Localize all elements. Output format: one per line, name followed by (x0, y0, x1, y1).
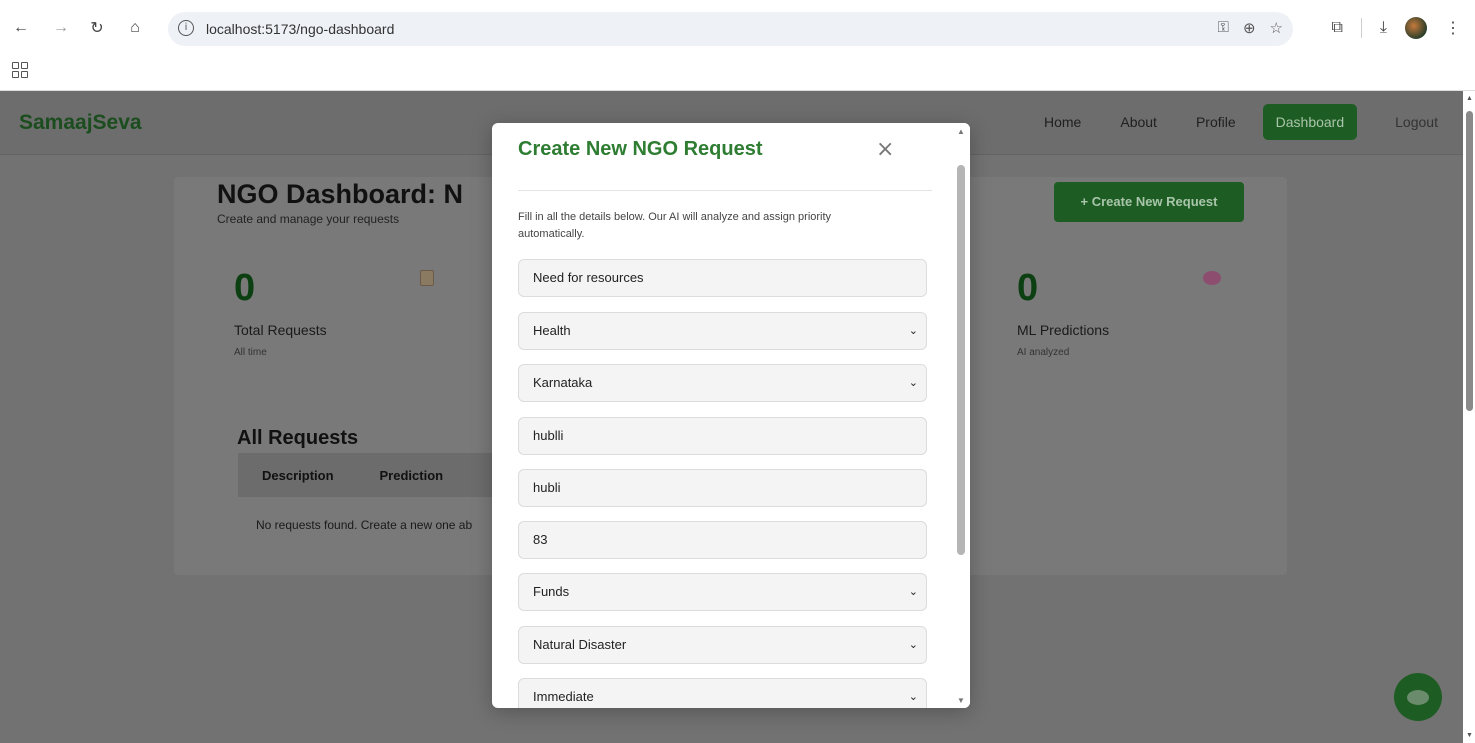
location-input[interactable]: hubli (518, 469, 927, 507)
state-select[interactable]: Karnataka ⌄ (518, 364, 927, 402)
zoom-icon[interactable]: ⊕ (1243, 19, 1256, 37)
browser-toolbar: ← → ↻ ⌂ i localhost:5173/ngo-dashboard ⚿… (0, 0, 1475, 58)
apps-grid-icon[interactable] (12, 62, 28, 78)
field-value: Immediate (533, 689, 594, 704)
chevron-down-icon: ⌄ (908, 324, 918, 337)
create-request-button[interactable]: + Create New Request (1054, 182, 1244, 222)
modal-scrollbar[interactable]: ▲ ▼ (954, 123, 970, 708)
brain-icon (1203, 271, 1221, 285)
resource-type-select[interactable]: Funds ⌄ (518, 573, 927, 611)
ml-predictions-value: 0 (1017, 267, 1039, 309)
nav-dashboard[interactable]: Dashboard (1262, 104, 1358, 140)
extensions-icon[interactable]: ⧉ (1331, 19, 1342, 37)
site-info-icon[interactable]: i (178, 20, 194, 36)
category-select[interactable]: Health ⌄ (518, 312, 927, 350)
menu-kebab-icon[interactable]: ⋮ (1445, 18, 1461, 38)
scroll-up-icon[interactable]: ▲ (957, 127, 965, 136)
page-subtitle: Create and manage your requests (217, 212, 400, 226)
all-requests-heading: All Requests (237, 427, 359, 449)
field-value: hublli (533, 428, 564, 443)
modal-hint: Fill in all the details below. Our AI wi… (518, 211, 832, 240)
request-title-input[interactable]: Need for resources (518, 259, 927, 297)
bookmark-star-icon[interactable]: ☆ (1270, 19, 1283, 37)
column-description: Description (262, 467, 334, 483)
total-requests-value: 0 (234, 267, 256, 309)
close-icon[interactable]: × (876, 137, 894, 162)
total-requests-sub: All time (234, 347, 267, 358)
chevron-down-icon: ⌄ (908, 638, 918, 651)
field-value: Funds (533, 584, 570, 599)
page-title: NGO Dashboard: N (217, 179, 464, 209)
chevron-down-icon: ⌄ (908, 585, 918, 598)
nav-home[interactable]: Home (1032, 104, 1093, 140)
field-value: Natural Disaster (533, 637, 627, 652)
modal-title: Create New NGO Request (518, 138, 763, 160)
brand-logo[interactable]: SamaajSeva (19, 111, 142, 135)
column-prediction: Prediction (379, 467, 444, 483)
bookmarks-bar (0, 58, 1475, 91)
nav-profile[interactable]: Profile (1184, 104, 1248, 140)
cause-select[interactable]: Natural Disaster ⌄ (518, 626, 927, 664)
scroll-down-icon[interactable]: ▼ (1466, 732, 1473, 739)
nav-about[interactable]: About (1108, 104, 1169, 140)
ml-predictions-sub: AI analyzed (1017, 347, 1070, 358)
password-key-icon[interactable]: ⚿ (1218, 19, 1229, 37)
scroll-up-icon[interactable]: ▲ (1466, 95, 1473, 102)
field-value: Need for resources (533, 270, 644, 285)
forward-icon[interactable]: → (50, 17, 72, 39)
chat-bubble-icon (1407, 689, 1429, 705)
field-value: Health (533, 323, 571, 338)
page-scroll-thumb[interactable] (1466, 111, 1473, 411)
home-icon[interactable]: ⌂ (124, 17, 146, 39)
field-value: Karnataka (533, 375, 593, 390)
clipboard-icon (420, 270, 434, 286)
requests-table-header: Description Prediction (238, 453, 498, 497)
total-requests-label: Total Requests (234, 322, 327, 338)
chevron-down-icon: ⌄ (908, 376, 918, 389)
url-text[interactable]: localhost:5173/ngo-dashboard (206, 21, 394, 37)
download-icon[interactable]: ⤓ (1380, 19, 1387, 37)
address-bar[interactable]: i localhost:5173/ngo-dashboard ⚿ ⊕ ☆ (168, 12, 1293, 46)
chevron-down-icon: ⌄ (908, 690, 918, 703)
page-scrollbar[interactable]: ▲ ▼ (1463, 91, 1475, 743)
back-icon[interactable]: ← (10, 17, 32, 39)
empty-state-message: No requests found. Create a new one ab (256, 518, 473, 532)
scroll-down-icon[interactable]: ▼ (957, 696, 965, 705)
chat-button[interactable] (1394, 673, 1442, 721)
urgency-select[interactable]: Immediate ⌄ (518, 678, 927, 708)
reload-icon[interactable]: ↻ (86, 17, 108, 39)
create-request-modal: Create New NGO Request × Fill in all the… (492, 123, 970, 708)
nav-logout[interactable]: Logout (1383, 104, 1450, 140)
toolbar-divider (1360, 18, 1362, 38)
field-value: hubli (533, 480, 561, 495)
quantity-input[interactable]: 83 (518, 521, 927, 559)
profile-avatar[interactable] (1405, 17, 1427, 39)
modal-divider (518, 190, 932, 191)
field-value: 83 (533, 532, 548, 547)
ml-predictions-label: ML Predictions (1017, 322, 1110, 338)
city-input[interactable]: hublli (518, 417, 927, 455)
modal-scroll-thumb[interactable] (957, 165, 965, 555)
